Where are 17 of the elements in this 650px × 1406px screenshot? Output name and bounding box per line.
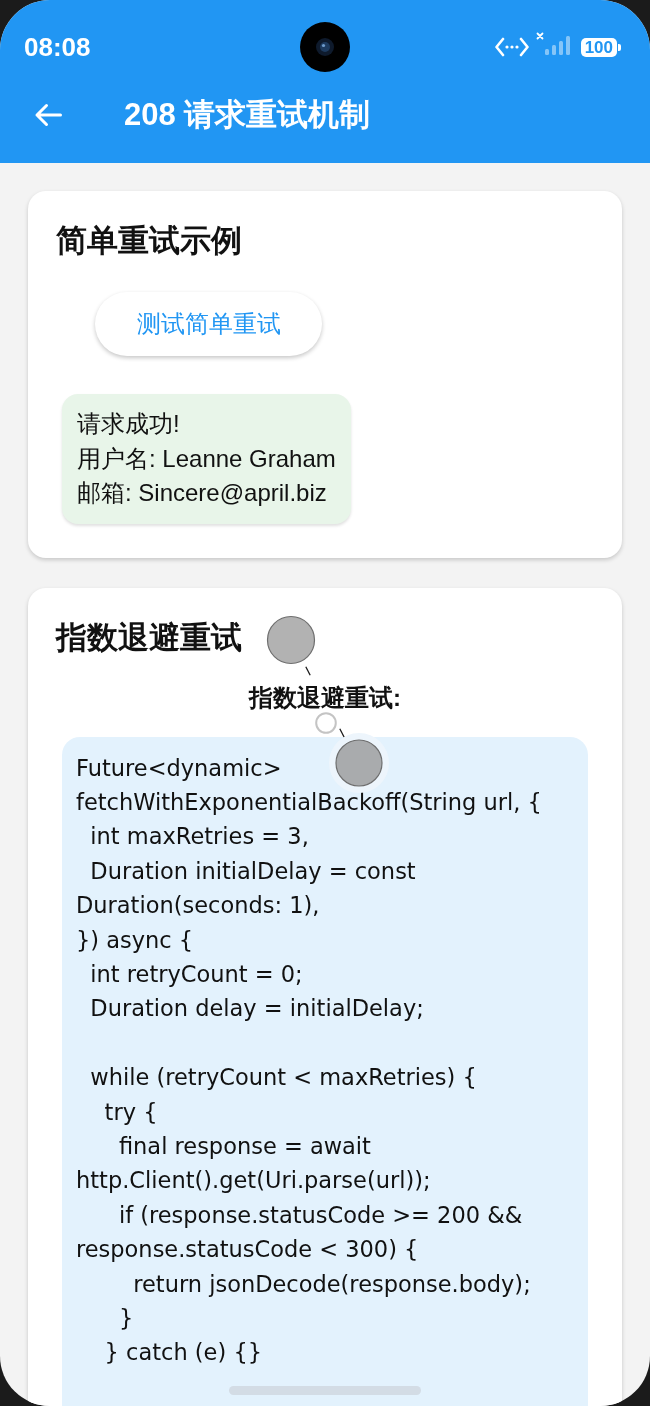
page-title: 208 请求重试机制 [124,96,371,134]
result-message: 请求成功! 用户名: Leanne Graham 邮箱: Sincere@april.biz [62,394,351,524]
circle-marker-icon [328,732,390,794]
code-caption: 指数退避重试: [249,683,401,712]
status-time: 08:08 [24,32,91,62]
leader-line [339,728,345,738]
card-title: 指数退避重试 [56,619,242,656]
card-title: 简单重试示例 [56,223,242,259]
retry-test-button[interactable]: 测试简单重试 [95,292,322,356]
data-transfer-icon [494,37,529,57]
code-block: Future<dynamic> fetchWithExponentialBackoff(String url, { int maxRetries = 3, Duration initialDelay = const Duration(seconds: 1), }) async { int retryCount = 0; Duration delay = initialDelay; while (retryCount < maxRetries) { try { final response = await http.Client().get(Uri.parse(url)); if (response.statusCode >= 200 && response.statusCode < 300) { return jsonDecode(response.body); } } catch (e) {} [62,736,588,1406]
ring-marker-icon [315,712,337,734]
battery-indicator: 100 [580,37,622,57]
camera-icon [300,22,350,72]
leader-line [305,666,311,676]
circle-marker-icon [266,615,316,665]
back-arrow-icon [34,103,62,127]
